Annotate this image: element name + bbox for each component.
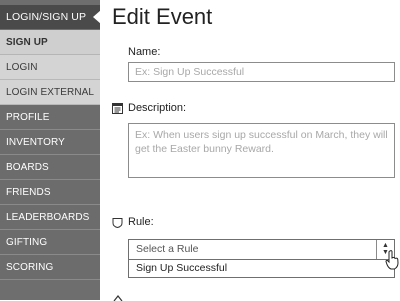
rule-select-placeholder: Select a Rule: [136, 243, 199, 255]
description-placeholder: Ex: When users sign up successful on Mar…: [135, 129, 388, 155]
sidebar-item-login[interactable]: LOGIN: [0, 55, 100, 80]
sidebar-item-sign-up[interactable]: SIGN UP: [0, 30, 100, 55]
sidebar-item-label: INVENTORY: [6, 137, 65, 148]
name-label: Name:: [128, 46, 161, 58]
description-textarea[interactable]: Ex: When users sign up successful on Mar…: [128, 123, 395, 178]
sidebar: LOGIN/SIGN UP SIGN UP LOGIN LOGIN EXTERN…: [0, 0, 101, 300]
sidebar-item-label: LEADERBOARDS: [6, 212, 90, 223]
sidebar-item-profile[interactable]: PROFILE: [0, 105, 100, 130]
sidebar-header[interactable]: LOGIN/SIGN UP: [0, 5, 101, 29]
edit-event-panel: Edit Event Name: Ex: Sign Up Successful …: [100, 0, 400, 301]
description-label: Description:: [128, 102, 187, 114]
sidebar-item-label: FRIENDS: [6, 187, 51, 198]
sidebar-item-scoring[interactable]: SCORING: [0, 255, 100, 280]
description-icon: [112, 103, 123, 114]
rule-label: Rule:: [128, 216, 154, 228]
sidebar-item-boards[interactable]: BOARDS: [0, 155, 100, 180]
sidebar-item-gifting[interactable]: GIFTING: [0, 230, 100, 255]
sidebar-item-label: GIFTING: [6, 237, 48, 248]
sidebar-item-inventory[interactable]: INVENTORY: [0, 130, 100, 155]
sidebar-item-label: LOGIN: [6, 62, 38, 73]
page-title: Edit Event: [112, 4, 213, 29]
rule-dropdown-list: Sign Up Successful: [128, 260, 395, 278]
name-input[interactable]: Ex: Sign Up Successful: [128, 62, 395, 82]
sidebar-item-label: BOARDS: [6, 162, 49, 173]
sidebar-item-label: SIGN UP: [6, 37, 48, 48]
sidebar-item-label: SCORING: [6, 262, 54, 273]
name-placeholder: Ex: Sign Up Successful: [135, 66, 245, 78]
partial-icon: [113, 295, 123, 301]
sidebar-item-leaderboards[interactable]: LEADERBOARDS: [0, 205, 100, 230]
sidebar-item-label: LOGIN EXTERNAL: [6, 87, 95, 98]
sidebar-item-friends[interactable]: FRIENDS: [0, 180, 100, 205]
rule-option[interactable]: Sign Up Successful: [136, 262, 227, 274]
sidebar-item-label: PROFILE: [6, 112, 50, 123]
hand-cursor-icon: [385, 250, 399, 270]
sidebar-header-label: LOGIN/SIGN UP: [6, 11, 87, 23]
sidebar-item-login-external[interactable]: LOGIN EXTERNAL: [0, 80, 100, 105]
rule-select[interactable]: Select a Rule ▲ ▼: [128, 239, 395, 260]
shield-icon: [112, 218, 123, 228]
sidebar-menu: SIGN UP LOGIN LOGIN EXTERNAL PROFILE INV…: [0, 30, 100, 280]
